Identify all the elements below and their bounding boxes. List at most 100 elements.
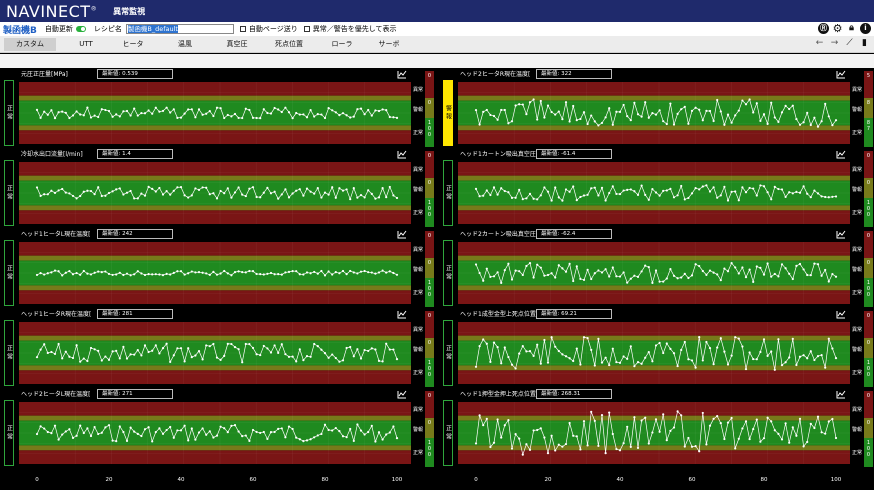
gear-icon[interactable]: ⚙ — [832, 23, 843, 34]
line-chart-icon[interactable] — [836, 150, 846, 159]
tab-1[interactable]: UTT — [64, 38, 108, 51]
data-point — [680, 414, 683, 417]
data-point — [280, 343, 283, 346]
rt-logo-icon[interactable]: Ⓡ — [818, 23, 829, 34]
line-chart-icon[interactable] — [397, 310, 407, 319]
zone-label: 正常 — [413, 370, 424, 377]
tab-4[interactable]: 真空圧 — [214, 38, 260, 51]
data-point — [50, 350, 53, 354]
zone-label: 正常 — [852, 450, 863, 457]
data-point — [762, 338, 766, 341]
data-point — [806, 192, 809, 195]
data-point — [71, 273, 75, 276]
tab-3[interactable]: 温風 — [158, 38, 212, 51]
data-point — [35, 108, 39, 111]
line-chart-icon[interactable] — [836, 70, 846, 79]
data-point — [140, 272, 143, 275]
data-point — [345, 272, 348, 276]
data-point — [93, 348, 96, 351]
status-badge: 正常 — [4, 240, 14, 306]
zone-label: 異常 — [852, 406, 863, 413]
data-point — [622, 355, 625, 358]
x-tick-label: 20 — [105, 477, 113, 483]
data-point — [352, 115, 355, 118]
tab-5[interactable]: 死点位置 — [262, 38, 316, 51]
data-point — [752, 111, 755, 114]
data-point — [385, 342, 388, 345]
data-point — [482, 424, 485, 427]
line-chart-icon[interactable] — [397, 70, 407, 79]
data-point — [669, 268, 672, 271]
line-chart-icon[interactable] — [397, 150, 407, 159]
data-point — [532, 197, 535, 200]
data-point — [147, 350, 150, 354]
data-point — [654, 191, 658, 194]
data-point — [651, 188, 654, 191]
count-segment: 8 — [864, 97, 873, 119]
data-point — [133, 107, 136, 110]
data-point — [824, 102, 827, 105]
status-badge: 正常 — [4, 160, 14, 226]
zone-label: 警報 — [852, 186, 863, 193]
bar-chart-icon[interactable]: ▮ — [859, 38, 870, 48]
data-point — [780, 364, 784, 367]
data-point — [723, 350, 726, 353]
data-point — [269, 112, 273, 115]
data-point — [341, 189, 345, 192]
auto-page-checkbox[interactable]: 自動ページ送り — [239, 24, 298, 34]
data-point — [690, 445, 694, 448]
line-chart-icon[interactable] — [836, 390, 846, 399]
data-point — [518, 270, 521, 273]
info-icon[interactable]: i — [860, 23, 871, 34]
data-point — [287, 111, 291, 114]
auto-update-toggle[interactable] — [75, 26, 86, 32]
data-point — [395, 116, 399, 119]
title-bar: NAVINECT® 異常監視 — [0, 0, 874, 22]
line-chart-icon[interactable] — [836, 230, 846, 239]
data-point — [600, 271, 604, 274]
data-point — [644, 193, 647, 196]
data-point — [604, 268, 607, 271]
data-point — [525, 350, 528, 353]
tab-0[interactable]: カスタム — [4, 38, 56, 51]
data-point — [716, 346, 719, 349]
data-point — [597, 444, 600, 448]
data-point — [158, 110, 161, 113]
line-chart-icon[interactable] — [397, 390, 407, 399]
data-point — [359, 429, 363, 432]
back-arrow-icon[interactable]: ← — [814, 38, 825, 48]
data-point — [79, 113, 82, 116]
data-point — [748, 268, 751, 271]
data-point — [359, 270, 363, 273]
data-point — [381, 360, 384, 363]
lock-icon[interactable]: 🔒︎ — [846, 23, 857, 34]
tab-7[interactable]: サーボ — [368, 38, 410, 51]
data-point — [251, 116, 255, 119]
data-point — [626, 425, 629, 428]
forward-arrow-icon[interactable]: → — [829, 38, 840, 48]
data-point — [320, 113, 323, 116]
data-point — [701, 269, 704, 273]
zone-label: 警報 — [413, 186, 424, 193]
threshold-band — [19, 290, 411, 304]
data-point — [219, 358, 222, 361]
latest-value: 最新値: 322 — [536, 69, 612, 79]
tab-2[interactable]: ヒータ — [110, 38, 156, 51]
page-title: 異常監視 — [113, 6, 146, 16]
recipe-input[interactable]: 製函機B_default — [125, 24, 234, 34]
data-point — [658, 280, 661, 283]
line-chart-icon[interactable] — [397, 230, 407, 239]
line-chart-icon[interactable]: ⟋ — [844, 38, 855, 48]
data-point — [543, 338, 546, 342]
data-point — [723, 123, 726, 126]
data-point — [35, 356, 39, 359]
tab-6[interactable]: ローラ — [318, 38, 366, 51]
data-point — [773, 272, 776, 276]
line-chart-icon[interactable] — [836, 310, 846, 319]
data-point — [770, 420, 773, 423]
data-point — [230, 115, 233, 118]
data-point — [107, 358, 111, 361]
priority-checkbox[interactable]: 異常／警告を優先して表示 — [303, 24, 397, 34]
data-point — [806, 273, 809, 277]
x-tick-label: 40 — [616, 477, 624, 483]
